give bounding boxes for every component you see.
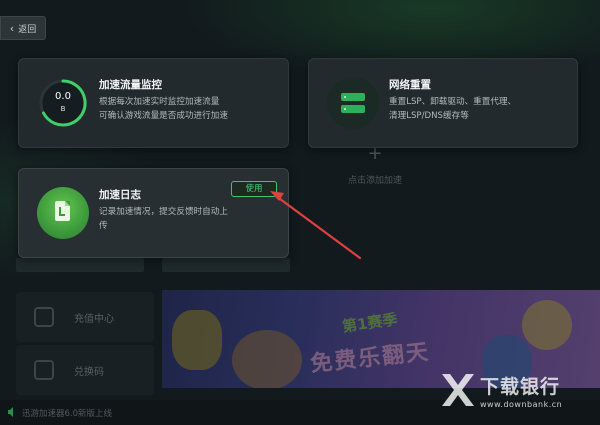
log-document-icon <box>37 187 89 239</box>
card-desc-line2: 可确认游戏流量是否成功进行加速 <box>99 111 228 121</box>
banner-title: 第1赛季 <box>341 310 399 336</box>
status-text: 迅游加速器6.0新版上线 <box>22 409 113 419</box>
traffic-gauge: 0.0 B <box>37 77 89 129</box>
card-desc-line1: 记录加速情况，提交反馈时自动上 <box>99 207 228 217</box>
background-side-label: 兑换码 <box>74 367 104 378</box>
traffic-monitor-card[interactable]: 0.0 B 加速流量监控 根据每次加速实时监控加速流量 可确认游戏流量是否成功进… <box>18 58 289 148</box>
gauge-unit: B <box>60 105 66 113</box>
network-reset-card[interactable]: 网络重置 重置LSP、卸载驱动、重置代理、 清理LSP/DNS缓存等 <box>308 58 578 148</box>
ticket-icon <box>34 360 54 380</box>
acceleration-log-card[interactable]: 加速日志 使用 记录加速情况，提交反馈时自动上 传 <box>18 168 289 258</box>
wallet-icon <box>34 307 54 327</box>
speaker-icon <box>8 407 13 417</box>
background-add-game: + 点击添加加速 <box>330 145 420 195</box>
background-recharge-item: 充值中心 <box>16 292 154 342</box>
background-add-label: 点击添加加速 <box>347 176 402 186</box>
card-title: 网络重置 <box>389 79 431 91</box>
card-title: 加速日志 <box>99 189 141 201</box>
watermark-name: 下载银行 <box>480 376 561 398</box>
banner-subtitle: 免费乐翻天 <box>309 339 432 378</box>
background-redeem-item: 兑换码 <box>16 345 154 395</box>
gauge-value: 0.0 <box>55 91 71 102</box>
background-side-label: 充值中心 <box>74 314 114 325</box>
card-title: 加速流量监控 <box>99 79 162 91</box>
gauge-ring-icon <box>39 79 87 127</box>
watermark: 下载银行 www.downbank.cn <box>440 366 600 425</box>
background-game-strip <box>162 258 290 272</box>
background-game-strip <box>16 258 144 272</box>
back-button[interactable]: ‹ 返回 <box>0 16 46 40</box>
card-desc-line2: 传 <box>99 221 108 231</box>
card-desc-line1: 重置LSP、卸载驱动、重置代理、 <box>389 97 517 107</box>
use-button[interactable]: 使用 <box>231 181 277 197</box>
card-desc-line1: 根据每次加速实时监控加速流量 <box>99 97 220 107</box>
chevron-left-icon: ‹ <box>9 21 15 35</box>
back-button-label: 返回 <box>18 24 37 35</box>
watermark-url: www.downbank.cn <box>480 400 563 409</box>
card-desc-line2: 清理LSP/DNS缓存等 <box>389 111 469 121</box>
server-icon <box>327 77 379 129</box>
watermark-logo-icon <box>442 374 474 406</box>
